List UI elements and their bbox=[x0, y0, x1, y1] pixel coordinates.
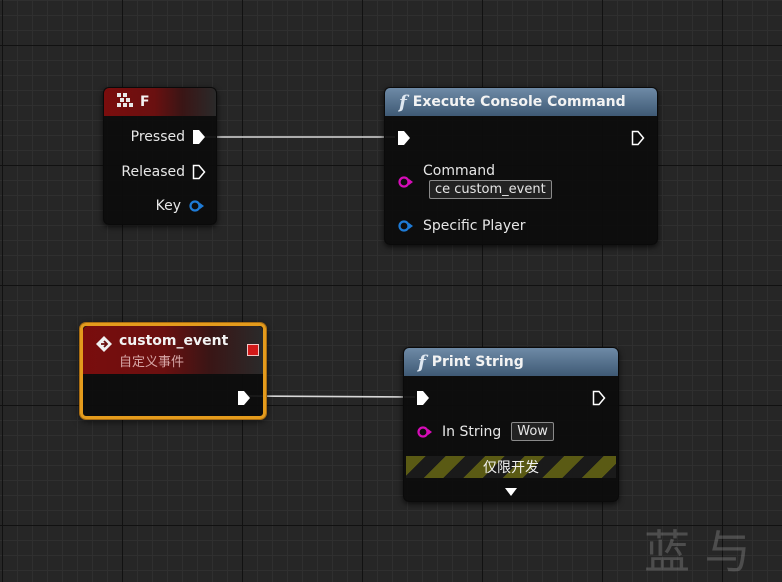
object-pin-icon[interactable] bbox=[397, 220, 415, 232]
print-node-header[interactable]: f Print String bbox=[404, 348, 618, 376]
exec-in-pin[interactable] bbox=[416, 390, 430, 406]
expand-arrow-icon[interactable] bbox=[504, 482, 518, 501]
event-node-title: custom_event bbox=[119, 333, 229, 349]
function-icon: f bbox=[418, 351, 426, 373]
command-label: Command bbox=[423, 163, 495, 179]
key-node-header[interactable]: F bbox=[104, 88, 216, 116]
in-string-pin[interactable]: In String Wow bbox=[416, 422, 554, 441]
string-pin-icon[interactable] bbox=[397, 176, 415, 188]
command-pin[interactable]: Command ce custom_event bbox=[397, 163, 552, 199]
event-node-subtitle: 自定义事件 bbox=[119, 355, 185, 370]
function-icon: f bbox=[399, 91, 407, 113]
object-pin-icon[interactable] bbox=[188, 200, 206, 212]
key-event-node-f[interactable]: F Pressed Released Key bbox=[103, 87, 217, 225]
exec-pin-icon[interactable] bbox=[192, 164, 206, 180]
exec-out-pin[interactable] bbox=[631, 130, 645, 146]
pressed-pin[interactable]: Pressed bbox=[131, 129, 206, 145]
console-node-header[interactable]: f Execute Console Command bbox=[385, 88, 657, 116]
watermark: 蓝 与 bbox=[644, 525, 751, 579]
exec-out-pin[interactable] bbox=[237, 390, 251, 406]
print-node-title: Print String bbox=[431, 354, 524, 370]
exec-in-pin[interactable] bbox=[397, 130, 411, 146]
specific-player-pin[interactable]: Specific Player bbox=[397, 218, 526, 234]
specific-player-label: Specific Player bbox=[423, 218, 526, 234]
keyboard-icon bbox=[116, 92, 134, 112]
execute-console-command-node[interactable]: f Execute Console Command Command ce cus… bbox=[384, 87, 658, 245]
key-node-title: F bbox=[140, 94, 150, 110]
print-string-node[interactable]: f Print String In String Wow 仅限开发 bbox=[403, 347, 619, 502]
wires-layer bbox=[204, 136, 416, 398]
exec-out-pin[interactable] bbox=[592, 390, 606, 406]
in-string-label: In String bbox=[442, 423, 502, 440]
string-pin-icon[interactable] bbox=[416, 425, 434, 438]
released-pin[interactable]: Released bbox=[121, 164, 206, 180]
key-label: Key bbox=[155, 198, 181, 214]
event-icon bbox=[95, 335, 113, 357]
pressed-label: Pressed bbox=[130, 129, 185, 145]
exec-wire-event-to-print bbox=[247, 395, 416, 398]
key-pin[interactable]: Key bbox=[156, 198, 206, 214]
custom-event-node[interactable]: custom_event 自定义事件 bbox=[80, 323, 266, 419]
console-node-title: Execute Console Command bbox=[412, 94, 626, 110]
replication-icon bbox=[247, 344, 259, 356]
exec-pin-icon[interactable] bbox=[192, 129, 206, 145]
development-only-banner: 仅限开发 bbox=[406, 456, 616, 478]
in-string-input[interactable]: Wow bbox=[511, 422, 554, 441]
event-node-header[interactable]: custom_event 自定义事件 bbox=[83, 326, 263, 374]
released-label: Released bbox=[121, 164, 185, 180]
dev-only-label: 仅限开发 bbox=[483, 460, 539, 476]
command-input[interactable]: ce custom_event bbox=[429, 180, 552, 199]
